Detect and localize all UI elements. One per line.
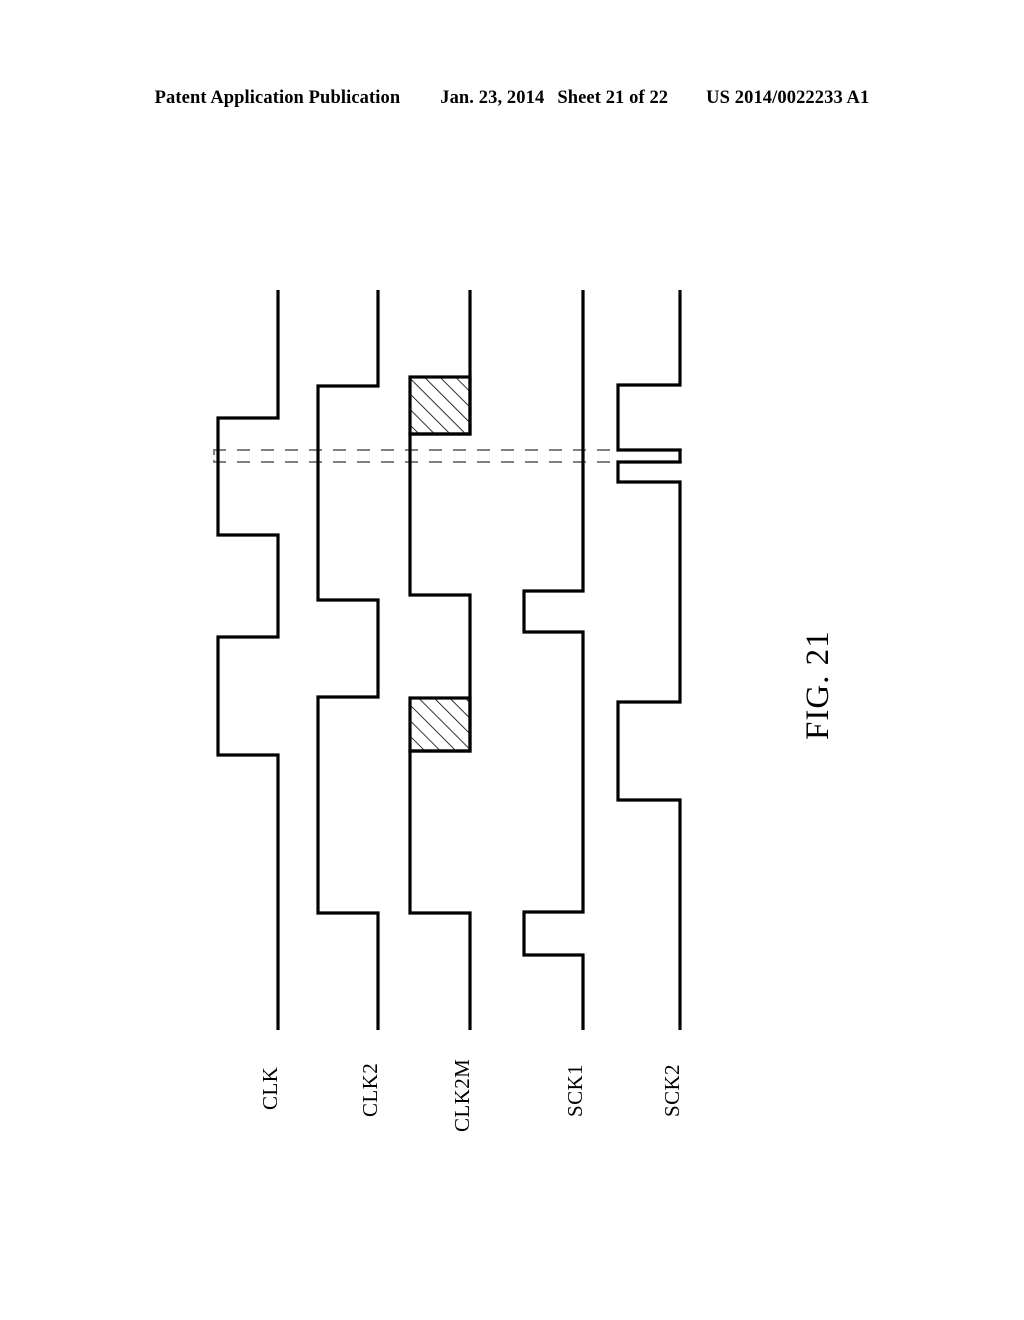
waveform-clk (216, 290, 280, 1020)
waveform-clk2 (316, 290, 380, 1020)
hatched-region-2 (408, 696, 472, 753)
waveform-sck2 (616, 290, 682, 1020)
figure-number-label: FIG. 21 (800, 630, 836, 740)
signal-label-sck1: SCK1 (563, 1064, 587, 1117)
figure-21: CLK CLK2 CLK2M SCK1 SCK2 FIG. 21 (0, 0, 1024, 1320)
signal-baseline-ticks (276, 1020, 682, 1030)
signal-label-clk2m: CLK2M (450, 1058, 474, 1132)
waveform-sck1 (522, 290, 585, 1020)
signal-label-clk2: CLK2 (358, 1062, 382, 1117)
timing-diagram-svg (213, 290, 690, 1030)
signal-label-sck2: SCK2 (660, 1064, 684, 1117)
signal-label-clk: CLK (258, 1066, 282, 1110)
clk2m-hatched-regions (408, 375, 472, 753)
hatched-region-1 (408, 375, 472, 436)
dashed-guide-lines (213, 449, 690, 463)
